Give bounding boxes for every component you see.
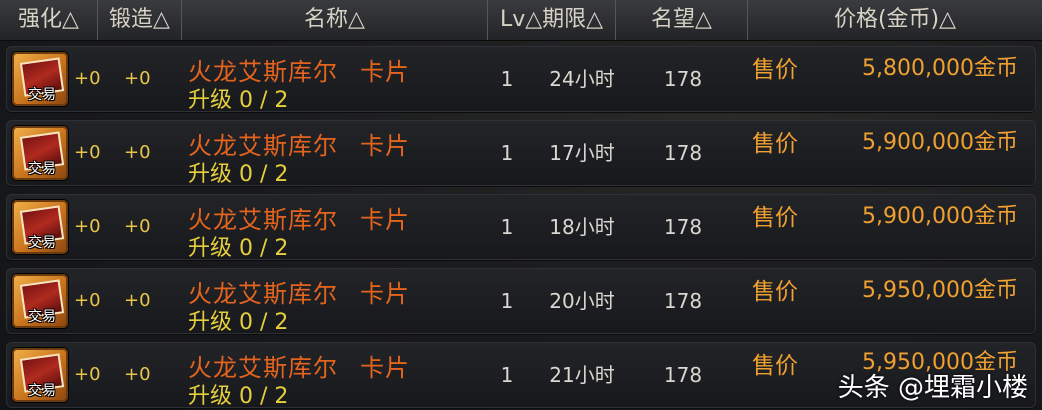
enhance-value: +0	[74, 142, 101, 163]
trade-badge: 交易	[28, 309, 56, 325]
listing-row[interactable]: 交易 +0 +0 火龙艾斯库尔 卡片 升级 0 / 2 1 24小时 178 售价…	[6, 46, 1036, 113]
item-name-suffix: 卡片	[360, 354, 410, 382]
price-value: 5,900,000金币	[862, 130, 1018, 155]
fame-value: 178	[663, 141, 703, 165]
sort-fame-header[interactable]: 名望△	[616, 0, 748, 40]
enhance-value: +0	[74, 68, 101, 89]
item-name-suffix: 卡片	[360, 206, 410, 234]
card-item-icon[interactable]: 交易	[12, 52, 68, 106]
sort-price-header[interactable]: 价格(金币)△	[748, 0, 1042, 40]
sort-enhance-header[interactable]: 强化△	[0, 0, 98, 40]
price-value: 5,950,000金币	[862, 278, 1018, 303]
upgrade-status: 升级 0 / 2	[188, 88, 289, 113]
price-value: 5,900,000金币	[862, 204, 1018, 229]
price-value: 5,800,000金币	[862, 56, 1018, 81]
item-name-suffix: 卡片	[360, 280, 410, 308]
upgrade-status: 升级 0 / 2	[188, 162, 289, 187]
enhance-value: +0	[74, 216, 101, 237]
listing-row[interactable]: 交易 +0 +0 火龙艾斯库尔 卡片 升级 0 / 2 1 17小时 178 售价…	[6, 120, 1036, 187]
fame-value: 178	[663, 67, 703, 91]
card-item-icon[interactable]: 交易	[12, 200, 68, 254]
upgrade-status: 升级 0 / 2	[188, 310, 289, 335]
auction-window: 强化△ 锻造△ 名称△ Lv△期限△ 名望△ 价格(金币)△ 交易 +0 +0 …	[0, 0, 1042, 410]
trade-badge: 交易	[28, 383, 56, 399]
trade-badge: 交易	[28, 87, 56, 103]
table-header: 强化△ 锻造△ 名称△ Lv△期限△ 名望△ 价格(金币)△	[0, 0, 1042, 41]
level-value: 1	[500, 289, 514, 313]
upgrade-status: 升级 0 / 2	[188, 384, 289, 409]
listing-row[interactable]: 交易 +0 +0 火龙艾斯库尔 卡片 升级 0 / 2 1 20小时 178 售价…	[6, 268, 1036, 335]
forge-value: +0	[124, 68, 151, 89]
watermark-text: 头条 @埋霜小楼	[837, 373, 1028, 403]
card-item-icon[interactable]: 交易	[12, 126, 68, 180]
period-value: 18小时	[549, 215, 615, 239]
trade-badge: 交易	[28, 235, 56, 251]
level-value: 1	[500, 215, 514, 239]
sort-forge-header[interactable]: 锻造△	[98, 0, 182, 40]
period-value: 17小时	[549, 141, 615, 165]
sort-lv-period-header[interactable]: Lv△期限△	[488, 0, 616, 40]
card-item-icon[interactable]: 交易	[12, 348, 68, 402]
item-name-suffix: 卡片	[360, 58, 410, 86]
item-name-suffix: 卡片	[360, 132, 410, 160]
sale-label: 售价	[752, 353, 798, 379]
period-value: 24小时	[549, 67, 615, 91]
listing-row[interactable]: 交易 +0 +0 火龙艾斯库尔 卡片 升级 0 / 2 1 18小时 178 售价…	[6, 194, 1036, 261]
sale-label: 售价	[752, 205, 798, 231]
forge-value: +0	[124, 290, 151, 311]
level-value: 1	[500, 67, 514, 91]
forge-value: +0	[124, 142, 151, 163]
trade-badge: 交易	[28, 161, 56, 177]
fame-value: 178	[663, 289, 703, 313]
forge-value: +0	[124, 216, 151, 237]
sale-label: 售价	[752, 131, 798, 157]
fame-value: 178	[663, 215, 703, 239]
sale-label: 售价	[752, 279, 798, 305]
level-value: 1	[500, 141, 514, 165]
upgrade-status: 升级 0 / 2	[188, 236, 289, 261]
enhance-value: +0	[74, 364, 101, 385]
period-value: 21小时	[549, 363, 615, 387]
card-item-icon[interactable]: 交易	[12, 274, 68, 328]
sort-name-header[interactable]: 名称△	[182, 0, 488, 40]
level-value: 1	[500, 363, 514, 387]
fame-value: 178	[663, 363, 703, 387]
sale-label: 售价	[752, 57, 798, 83]
forge-value: +0	[124, 364, 151, 385]
enhance-value: +0	[74, 290, 101, 311]
period-value: 20小时	[549, 289, 615, 313]
